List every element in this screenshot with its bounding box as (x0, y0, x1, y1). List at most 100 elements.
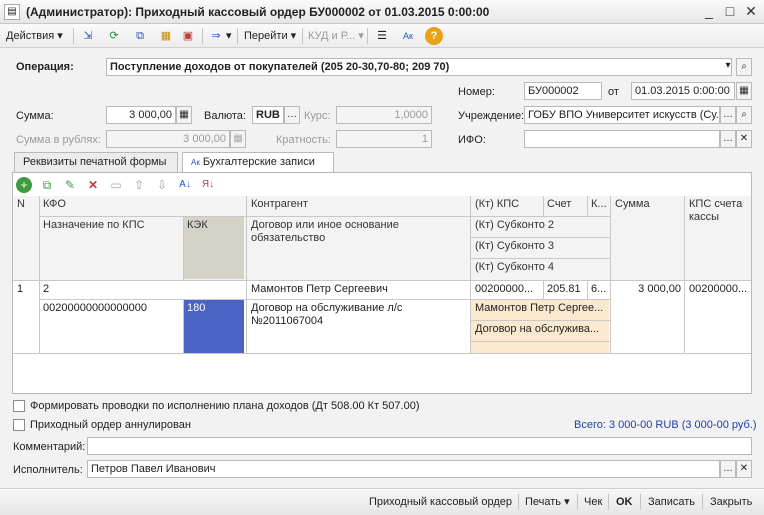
number-field[interactable]: БУ000002 (524, 82, 602, 100)
col-amount: Сумма (611, 196, 685, 280)
edit-row-icon[interactable]: ✎ (62, 177, 78, 193)
row-counterparty[interactable]: Мамонтов Петр Сергеевич (247, 281, 469, 299)
operation-dropdown-icon[interactable]: ▾ (720, 58, 736, 76)
grid-line (39, 216, 247, 217)
row-contract[interactable]: Договор на обслуживание л/с №2011067004 (247, 300, 469, 340)
kud-menu[interactable]: КУД и Р... ▾ (308, 27, 364, 45)
grid-line (587, 196, 588, 217)
copy-icon[interactable]: ⧉ (131, 27, 149, 45)
row-kek[interactable]: 180 (183, 300, 244, 354)
ifo-clear-icon[interactable]: ✕ (736, 130, 752, 148)
based-on-icon[interactable]: ⇒ (207, 27, 225, 45)
grid-line (543, 196, 544, 217)
col-sub2: (Кт) Субконто 2 (471, 217, 609, 237)
row-sub3[interactable]: Договор на обслужива... (471, 321, 609, 341)
close-window-button[interactable]: ✕ (742, 3, 760, 21)
unpost-icon[interactable]: ▣ (179, 27, 197, 45)
entries-icon[interactable]: Ак (399, 27, 417, 45)
ifo-label: ИФО: (458, 134, 486, 146)
number-label: Номер: (458, 86, 495, 98)
calculator-icon[interactable]: ▦ (176, 106, 192, 124)
annulled-checkbox[interactable] (13, 419, 25, 431)
go-menu[interactable]: Перейти ▾ (244, 27, 296, 45)
bottom-separator (640, 494, 641, 510)
ok-button[interactable]: OK (616, 493, 633, 511)
grid-line (183, 300, 184, 354)
toolbar-separator (73, 28, 74, 44)
title-bar: ▤ (Администратор): Приходный кассовый ор… (0, 0, 764, 24)
institution-search-icon[interactable]: ⌕ (736, 106, 752, 124)
bottom-separator (702, 494, 703, 510)
currency-field[interactable]: RUB (252, 106, 284, 124)
delete-row-icon[interactable]: ✕ (85, 177, 101, 193)
executor-select-button[interactable]: … (720, 460, 736, 478)
executor-clear-icon[interactable]: ✕ (736, 460, 752, 478)
form-entries-checkbox[interactable] (13, 400, 25, 412)
institution-field[interactable]: ГОБУ ВПО Университет искусств (Су... (524, 106, 720, 124)
tab-accounting-entries[interactable]: Ак Бухгалтерские записи (182, 152, 334, 173)
col-kfo: КФО (39, 196, 247, 216)
check-button[interactable]: Чек (584, 493, 602, 511)
tab-print-form-details[interactable]: Реквизиты печатной формы (14, 152, 178, 172)
structure-icon[interactable]: ☰ (373, 27, 391, 45)
close-button[interactable]: Закрыть (710, 493, 752, 511)
calendar-icon[interactable]: ▦ (736, 82, 752, 100)
ifo-select-button[interactable]: … (720, 130, 736, 148)
row-k[interactable]: 6... (587, 281, 609, 299)
print-menu[interactable]: Печать ▾ (525, 493, 570, 511)
grid-line (471, 341, 611, 342)
refresh-icon[interactable]: ⟳ (105, 27, 123, 45)
currency-select-button[interactable]: … (284, 106, 300, 124)
row-kps-cash[interactable]: 00200000... (685, 281, 751, 299)
col-kek: КЭК (183, 217, 244, 279)
grid-line (13, 353, 751, 354)
maximize-button[interactable]: □ (721, 3, 739, 21)
sort-ascending-icon[interactable]: A↓ (177, 177, 193, 193)
operation-field[interactable]: Поступление доходов от покупателей (205 … (106, 58, 732, 76)
operation-search-icon[interactable]: ⌕ (736, 58, 752, 76)
col-purpose: Назначение по КПС (39, 217, 183, 279)
grid-line (13, 280, 751, 281)
based-on-dropdown-icon[interactable]: ▾ (226, 27, 232, 45)
minimize-button[interactable]: _ (700, 3, 718, 21)
end-edit-icon[interactable]: ▭ (108, 177, 124, 193)
grid-line (470, 196, 471, 354)
ifo-field[interactable] (524, 130, 720, 148)
move-up-icon[interactable]: ⇧ (131, 177, 147, 193)
bottom-separator (518, 494, 519, 510)
post-icon[interactable]: ⇲ (79, 27, 97, 45)
entries-table: N КФО Назначение по КПС КЭК Контрагент Д… (13, 196, 751, 354)
multiplicity-label: Кратность: (276, 134, 331, 146)
print-form-button[interactable]: Приходный кассовый ордер (369, 493, 512, 511)
row-kt-kps[interactable]: 00200000... (471, 281, 543, 299)
add-row-icon[interactable]: + (16, 177, 32, 193)
help-icon[interactable]: ? (425, 27, 443, 45)
sum-field[interactable]: 3 000,00 (106, 106, 176, 124)
copy-row-icon[interactable]: ⧉ (39, 177, 55, 193)
row-account[interactable]: 205.81 (543, 281, 587, 299)
sum-rub-field: 3 000,00 (106, 130, 230, 148)
form-entries-label: Формировать проводки по исполнению плана… (30, 400, 420, 412)
grid-line (183, 217, 184, 280)
move-down-icon[interactable]: ⇩ (154, 177, 170, 193)
toolbar-separator (237, 28, 238, 44)
actions-menu[interactable]: Действия ▾ (6, 27, 63, 45)
row-kfo[interactable]: 2 (39, 281, 247, 299)
row-amount[interactable]: 3 000,00 (611, 281, 685, 299)
executor-label: Исполнитель: (13, 464, 83, 476)
grid-line (610, 196, 611, 354)
executor-field[interactable]: Петров Павел Иванович (87, 460, 720, 478)
save-button[interactable]: Записать (648, 493, 695, 511)
row-purpose[interactable]: 00200000000000000 (39, 300, 183, 354)
grid-line (471, 320, 611, 321)
post-and-close-icon[interactable]: ▦ (157, 27, 175, 45)
multiplicity-field: 1 (336, 130, 432, 148)
comment-field[interactable] (87, 437, 752, 455)
row-sub2[interactable]: Мамонтов Петр Сергее... (471, 300, 609, 320)
operation-label: Операция: (16, 61, 74, 73)
total-text: Всего: 3 000-00 RUB (3 000-00 руб.) (574, 419, 757, 431)
date-field[interactable]: 01.03.2015 0:00:00 (631, 82, 735, 100)
institution-select-button[interactable]: … (720, 106, 736, 124)
row-n[interactable]: 1 (13, 281, 39, 299)
sort-descending-icon[interactable]: Я↓ (200, 177, 216, 193)
